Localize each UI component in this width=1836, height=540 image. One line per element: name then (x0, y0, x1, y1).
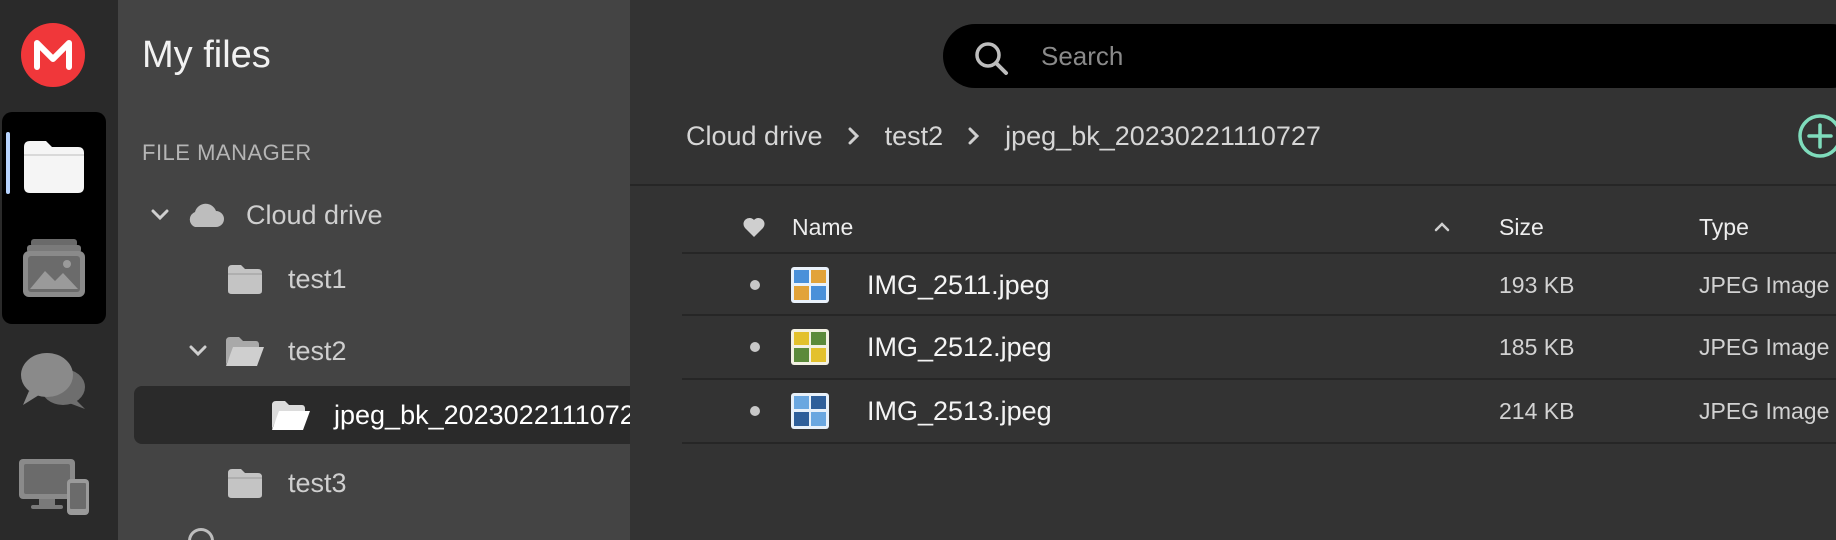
tree-item-cloud-drive[interactable]: Cloud drive (118, 186, 630, 244)
table-row[interactable]: IMG_2513.jpeg 214 KB JPEG Image (682, 380, 1836, 442)
folder-open-icon (224, 333, 266, 369)
tree-item-test1[interactable]: test1 (118, 250, 630, 308)
file-name[interactable]: IMG_2512.jpeg (867, 316, 1052, 378)
tree-item-label: test1 (288, 263, 347, 294)
file-size: 185 KB (1499, 333, 1575, 360)
file-name[interactable]: IMG_2513.jpeg (867, 380, 1052, 442)
cloud-drive-rail-button[interactable] (14, 126, 94, 206)
tree-item-test2[interactable]: test2 (118, 322, 630, 380)
tree-item-label: test3 (288, 467, 347, 498)
image-thumbnail-icon (791, 316, 831, 378)
table-row[interactable]: IMG_2512.jpeg 185 KB JPEG Image (682, 316, 1836, 378)
column-header-name[interactable]: Name (792, 200, 853, 254)
image-thumbnail-icon (791, 254, 831, 316)
app-rail (0, 0, 118, 540)
image-thumbnail-icon (791, 380, 831, 442)
cloud-icon (184, 197, 226, 233)
status-dot-icon (750, 380, 762, 442)
column-header-size[interactable]: Size (1499, 200, 1544, 254)
file-type: JPEG Image (1699, 271, 1830, 298)
tree-item-label: Cloud drive (246, 199, 383, 230)
chevron-down-icon[interactable] (148, 203, 172, 227)
folder-icon (224, 465, 266, 501)
mega-logo-icon[interactable] (21, 23, 85, 87)
favourite-heart-icon[interactable] (742, 200, 770, 254)
chat-icon (21, 353, 85, 409)
partial-tree-icon (188, 528, 214, 540)
breadcrumb-item[interactable]: jpeg_bk_20230221110727 (1005, 121, 1321, 152)
search-bar[interactable] (943, 24, 1836, 88)
file-type: JPEG Image (1699, 397, 1830, 424)
tree-item-label: test2 (288, 335, 347, 366)
file-size: 193 KB (1499, 271, 1575, 298)
search-input[interactable] (1041, 36, 1821, 76)
chevron-down-icon[interactable] (186, 339, 210, 363)
photos-icon (23, 239, 85, 297)
table-row[interactable]: IMG_2511.jpeg 193 KB JPEG Image (682, 254, 1836, 316)
file-type: JPEG Image (1699, 333, 1830, 360)
chevron-right-icon (843, 127, 865, 145)
add-circle-icon[interactable] (1796, 112, 1836, 160)
row-divider (682, 442, 1836, 444)
table-header: Name Size Type (682, 200, 1836, 254)
folder-icon (224, 261, 266, 297)
file-size: 214 KB (1499, 397, 1575, 424)
photos-rail-button[interactable] (14, 228, 94, 308)
file-name[interactable]: IMG_2511.jpeg (867, 254, 1050, 316)
status-dot-icon (750, 316, 762, 378)
tree-item-jpeg-bk-folder[interactable]: jpeg_bk_20230221110727 (134, 386, 630, 444)
tree-item-test3[interactable]: test3 (118, 454, 630, 512)
main-content: Cloud drive test2 jpeg_bk_20230221110727… (630, 0, 1836, 540)
breadcrumb-item[interactable]: test2 (885, 121, 944, 152)
chevron-right-icon (963, 127, 985, 145)
column-header-type[interactable]: Type (1699, 200, 1749, 254)
search-icon (975, 42, 1008, 75)
folder-open-icon (270, 397, 312, 433)
folder-icon (24, 141, 84, 193)
breadcrumb: Cloud drive test2 jpeg_bk_20230221110727 (686, 116, 1321, 156)
sort-ascending-icon[interactable] (1434, 200, 1454, 254)
devices-icon (19, 459, 89, 515)
chat-rail-button[interactable] (14, 340, 94, 420)
header-divider (630, 184, 1836, 186)
tree-item-label: jpeg_bk_20230221110727 (334, 399, 630, 430)
devices-rail-button[interactable] (14, 446, 94, 526)
page-title: My files (142, 34, 271, 76)
file-tree-panel: My files FILE MANAGER Cloud drive test1 … (118, 0, 630, 540)
status-dot-icon (750, 254, 762, 316)
section-label: FILE MANAGER (142, 140, 312, 165)
breadcrumb-item[interactable]: Cloud drive (686, 121, 823, 152)
rail-active-indicator (6, 132, 10, 194)
